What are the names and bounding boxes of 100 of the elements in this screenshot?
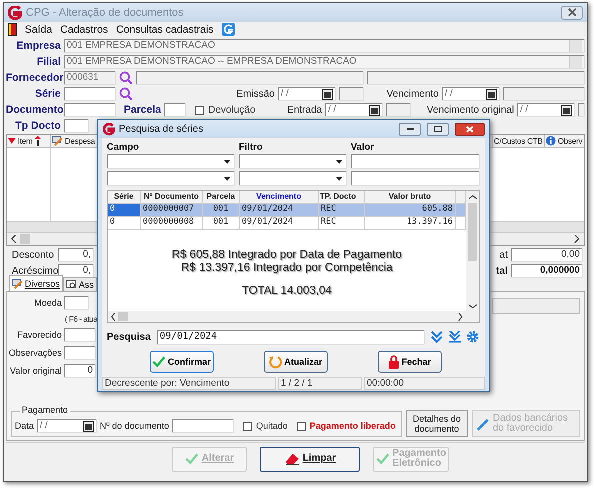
tab[interactable]: Diversos [9, 275, 64, 291]
column-header[interactable]: Vencimento [240, 191, 319, 203]
input-field[interactable] [351, 171, 480, 186]
date-field[interactable]: / / [325, 103, 384, 117]
status-text: 1 / 2 / 1 [278, 377, 362, 390]
calendar-icon[interactable] [561, 104, 572, 116]
app-logo-icon [8, 6, 22, 20]
calendar-icon[interactable] [83, 420, 94, 432]
input-field[interactable] [64, 103, 116, 117]
button[interactable]: Confirmar [150, 351, 214, 373]
input-field[interactable] [172, 419, 234, 433]
tab[interactable]: Ass [63, 277, 98, 291]
column-header[interactable]: Série [108, 191, 141, 203]
scrollbar-thumb[interactable] [20, 234, 30, 244]
chevron-down-to-line-icon[interactable] [448, 331, 461, 343]
input-field[interactable]: 0 [64, 364, 96, 378]
checkbox[interactable] [296, 422, 306, 430]
input-field[interactable] [578, 103, 586, 117]
double-chevron-down-icon[interactable] [430, 331, 443, 343]
input-field[interactable] [164, 103, 186, 117]
checkbox[interactable] [195, 106, 204, 114]
button[interactable]: Atualizar [264, 351, 328, 373]
input-field[interactable]: 0,000000 [511, 264, 583, 278]
menu-item[interactable]: Consultas cadastrais [116, 24, 214, 36]
input-field[interactable] [503, 87, 585, 101]
checkbox[interactable] [243, 422, 252, 430]
input-field[interactable]: 0, [58, 264, 94, 278]
search-field[interactable]: 09/01/2024 [156, 330, 425, 344]
input-field[interactable] [64, 87, 116, 101]
dropdown[interactable] [107, 171, 235, 186]
input-field[interactable]: 0, [58, 248, 94, 262]
dropdown[interactable]: 001 EMPRESA DEMONSTRACAO -- EMPRESA DEMONSTRACAO [64, 55, 585, 69]
sort-order-icon [34, 136, 41, 146]
table-cell: 0000000007 [141, 204, 203, 216]
status-text: 00:00:00 [364, 377, 485, 390]
minimize-icon [406, 128, 414, 130]
scrollbar-thumb[interactable] [468, 203, 477, 261]
column-header[interactable]: Observ [545, 135, 584, 147]
scroll-left-icon[interactable] [11, 235, 17, 243]
field-label: Empresa [16, 40, 61, 52]
date-field[interactable]: / / [278, 87, 336, 101]
date-field[interactable]: / / [517, 103, 576, 117]
dropdown[interactable] [107, 154, 235, 169]
close-button[interactable] [455, 122, 485, 136]
button[interactable]: Fechar [378, 351, 442, 373]
button[interactable]: Limpar [260, 446, 360, 472]
input-field[interactable]: 000631 [64, 71, 116, 85]
table-row[interactable]: 0 0000000008 001 09/01/2024 REC 13.397.16 [108, 217, 466, 230]
date-field[interactable]: / / [37, 419, 98, 433]
input-field[interactable] [136, 71, 364, 85]
menu-item[interactable]: Cadastros [60, 24, 108, 36]
input-field[interactable] [367, 71, 585, 85]
table-cell: 605.88 [365, 204, 456, 216]
search-icon[interactable] [119, 71, 133, 85]
button[interactable]: Detalhes do documento [406, 410, 468, 437]
date-field[interactable]: / / [442, 87, 500, 101]
calendar-icon[interactable] [369, 104, 380, 116]
input-field[interactable] [64, 296, 89, 310]
input-field[interactable] [64, 328, 96, 342]
input-field[interactable] [339, 87, 364, 101]
input-field[interactable]: 0,00 [511, 248, 583, 262]
dropdown[interactable]: 001 EMPRESA DEMONSTRACAO [64, 39, 585, 53]
refresh-icon [268, 355, 282, 369]
group-title: Pagamento [20, 405, 70, 415]
field-label: Favorecido [16, 330, 62, 340]
dropdown[interactable] [239, 171, 347, 186]
column-header[interactable]: Item [7, 135, 51, 147]
column-header[interactable]: TP. Docto [319, 191, 365, 203]
search-icon[interactable] [119, 87, 133, 101]
scroll-left-icon[interactable] [111, 312, 116, 320]
settings-icon[interactable] [466, 331, 479, 343]
column-header[interactable]: Parcela [203, 191, 240, 203]
close-icon [568, 8, 576, 17]
scroll-right-icon[interactable] [574, 235, 580, 243]
minimize-button[interactable] [399, 122, 421, 136]
table-cell: 001 [203, 217, 240, 229]
scroll-up-icon[interactable] [468, 195, 476, 200]
column-header[interactable]: Valor bruto [365, 191, 456, 203]
input-field[interactable] [351, 154, 480, 169]
calendar-icon[interactable] [486, 88, 497, 100]
input-field[interactable] [64, 119, 89, 133]
vertical-scrollbar[interactable] [466, 191, 479, 322]
field-label: Filial [36, 56, 61, 68]
scroll-down-icon[interactable] [468, 304, 476, 309]
column-header[interactable]: Nº Documento [141, 191, 203, 203]
field-label: Tp Docto [14, 120, 61, 132]
app-logo-icon[interactable] [222, 23, 235, 36]
table-cell: 001 [203, 204, 240, 216]
input-field[interactable] [386, 103, 412, 117]
close-button[interactable] [561, 6, 583, 20]
column-header[interactable]: C/Custos CTB [493, 135, 545, 147]
calendar-icon[interactable] [322, 88, 333, 100]
scroll-right-icon[interactable] [458, 312, 463, 320]
scrollbar-thumb[interactable] [118, 312, 128, 321]
input-field[interactable] [64, 346, 96, 360]
horizontal-scrollbar[interactable] [108, 311, 466, 322]
dropdown[interactable] [239, 154, 347, 169]
maximize-button[interactable] [427, 122, 449, 136]
table-row[interactable]: 0 0000000007 001 09/01/2024 REC 605.88 [108, 204, 466, 217]
menu-item[interactable]: Saída [25, 24, 52, 36]
